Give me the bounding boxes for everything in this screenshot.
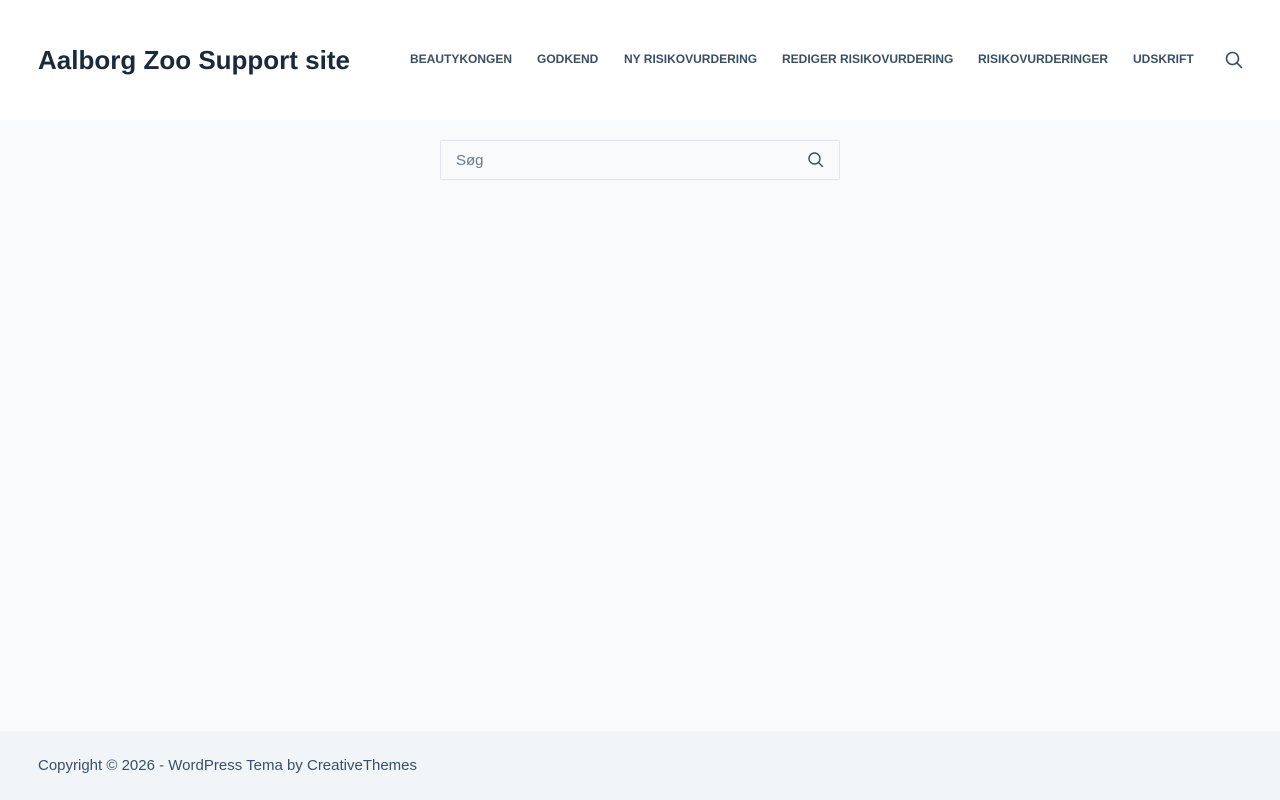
main-navigation: BEAUTYKONGEN GODKEND NY RISIKOVURDERING … (0, 51, 1280, 67)
nav-item-rediger-risikovurdering[interactable]: REDIGER RISIKOVURDERING (782, 51, 953, 67)
search-icon (808, 152, 824, 168)
nav-item-beautykongen[interactable]: BEAUTYKONGEN (410, 51, 512, 67)
nav-item-risikovurderinger[interactable]: RISIKOVURDERINGER (978, 51, 1108, 67)
search-icon (1225, 51, 1243, 69)
wordpress-link[interactable]: WordPress Tema (168, 757, 283, 774)
search-submit-button[interactable] (807, 151, 825, 169)
creativethemes-link[interactable]: CreativeThemes (307, 757, 417, 774)
search-input[interactable] (441, 141, 796, 179)
site-footer: Copyright © 2026 - WordPress Tema by Cre… (0, 731, 1280, 800)
copyright-prefix: Copyright © 2026 - (38, 757, 169, 774)
copyright-text: Copyright © 2026 - WordPress Tema by Cre… (38, 757, 417, 775)
nav-item-godkend[interactable]: GODKEND (537, 51, 598, 67)
nav-item-udskrift[interactable]: UDSKRIFT (1133, 51, 1194, 67)
nav-item-ny-risikovurdering[interactable]: NY RISIKOVURDERING (624, 51, 757, 67)
site-header: Aalborg Zoo Support site BEAUTYKONGEN GO… (0, 0, 1280, 120)
by-text: by (282, 757, 307, 774)
header-search-button[interactable] (1224, 50, 1244, 70)
search-form (440, 140, 840, 180)
